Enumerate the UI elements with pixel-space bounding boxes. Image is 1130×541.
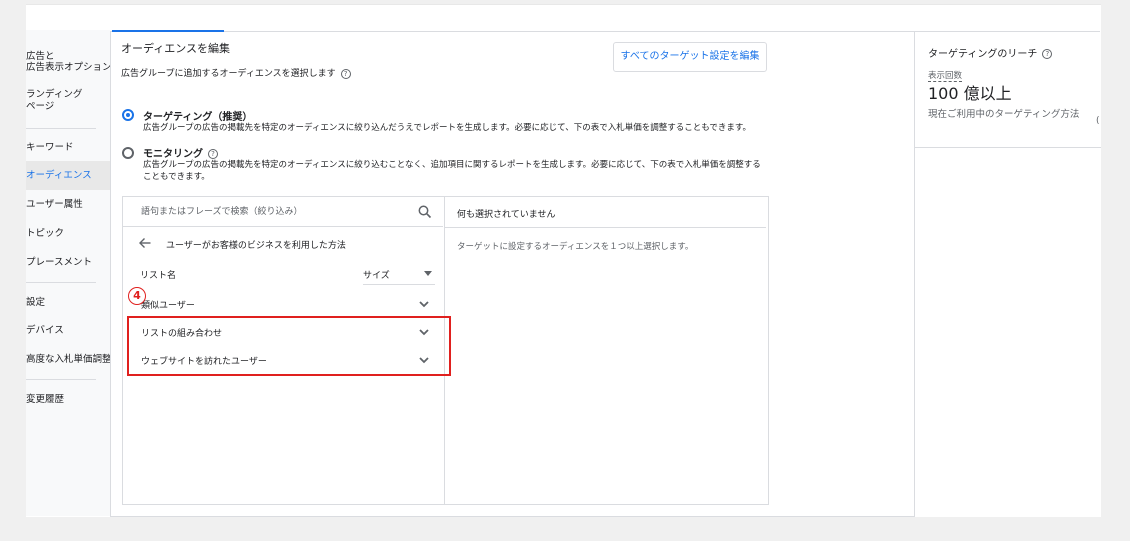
targeting-radio[interactable] bbox=[122, 109, 134, 121]
list-item-label: 類似ユーザー bbox=[141, 301, 195, 311]
annotation-step-badge: 4 bbox=[128, 287, 146, 305]
monitoring-option-title: モニタリング? bbox=[143, 145, 218, 160]
nav-item-placements[interactable]: プレースメント bbox=[26, 256, 110, 270]
nav-divider bbox=[26, 128, 96, 129]
size-dropdown[interactable]: サイズ bbox=[363, 268, 390, 281]
page-title: オーディエンスを編集 bbox=[121, 42, 231, 55]
dropdown-caret-icon[interactable] bbox=[424, 271, 432, 276]
back-arrow-icon[interactable] bbox=[138, 236, 152, 250]
edit-all-targeting-button[interactable]: すべてのターゲット設定を編集 bbox=[613, 42, 767, 72]
nav-item-devices[interactable]: デバイス bbox=[26, 324, 110, 338]
nav-item-topics[interactable]: トピック bbox=[26, 227, 110, 241]
page-subtitle: 広告グループに追加するオーディエンスを選択します? bbox=[121, 66, 351, 79]
targeting-option-desc: 広告グループの広告の掲載先を特定のオーディエンスに絞り込んだうえでレポートを生成… bbox=[143, 123, 752, 133]
list-name-header: リスト名 bbox=[140, 271, 177, 281]
nav-divider bbox=[26, 282, 96, 283]
targeting-option-title: ターゲティング（推奨） bbox=[143, 112, 253, 123]
chevron-down-icon[interactable] bbox=[418, 298, 430, 310]
reach-title-text: ターゲティングのリーチ bbox=[928, 49, 1038, 60]
nav-landing-line2[interactable]: ページ bbox=[26, 100, 110, 114]
help-icon[interactable]: ? bbox=[1042, 49, 1053, 59]
selected-panel-title: 何も選択されていません bbox=[457, 210, 556, 220]
info-icon[interactable]: ( bbox=[1096, 116, 1100, 126]
nav-item-keywords[interactable]: キーワード bbox=[26, 141, 110, 155]
nav-divider bbox=[26, 379, 96, 380]
monitoring-option-desc: 広告グループの広告の掲載先を特定のオーディエンスに絞り込むことなく、追加項目に関… bbox=[143, 160, 761, 182]
list-item-similar-users[interactable]: 類似ユーザー bbox=[123, 290, 443, 318]
size-dropdown-underline bbox=[363, 284, 435, 285]
left-nav: 広告と 広告表示オプション ランディング ページ キーワード オーディエンス ユ… bbox=[26, 30, 110, 516]
impressions-value: 100 億以上 bbox=[928, 84, 1012, 103]
help-icon[interactable]: ? bbox=[208, 149, 218, 159]
subtitle-text: 広告グループに追加するオーディエンスを選択します bbox=[121, 69, 336, 79]
nav-item-advanced-bid[interactable]: 高度な入札単価調整 bbox=[26, 353, 110, 367]
reach-title: ターゲティングのリーチ? bbox=[928, 45, 1053, 60]
selected-panel-empty-text: ターゲットに設定するオーディエンスを１つ以上選択します。 bbox=[457, 242, 694, 252]
help-icon[interactable]: ? bbox=[340, 68, 351, 79]
reach-note: 現在ご利用中のターゲティング方法 bbox=[928, 109, 1080, 120]
nav-item-audiences[interactable]: オーディエンス bbox=[26, 161, 110, 190]
nav-item-demographics[interactable]: ユーザー属性 bbox=[26, 198, 110, 212]
outer-background bbox=[0, 0, 26, 541]
back-label[interactable]: ユーザーがお客様のビジネスを利用した方法 bbox=[166, 238, 346, 251]
audience-search-input[interactable] bbox=[123, 197, 443, 227]
annotation-highlight-box bbox=[127, 316, 451, 376]
search-icon[interactable] bbox=[418, 205, 432, 219]
monitoring-radio[interactable] bbox=[122, 147, 134, 159]
nav-item-settings[interactable]: 設定 bbox=[26, 296, 110, 310]
nav-ads-line2[interactable]: 広告表示オプション bbox=[26, 61, 110, 75]
nav-item-change-history[interactable]: 変更履歴 bbox=[26, 393, 110, 407]
